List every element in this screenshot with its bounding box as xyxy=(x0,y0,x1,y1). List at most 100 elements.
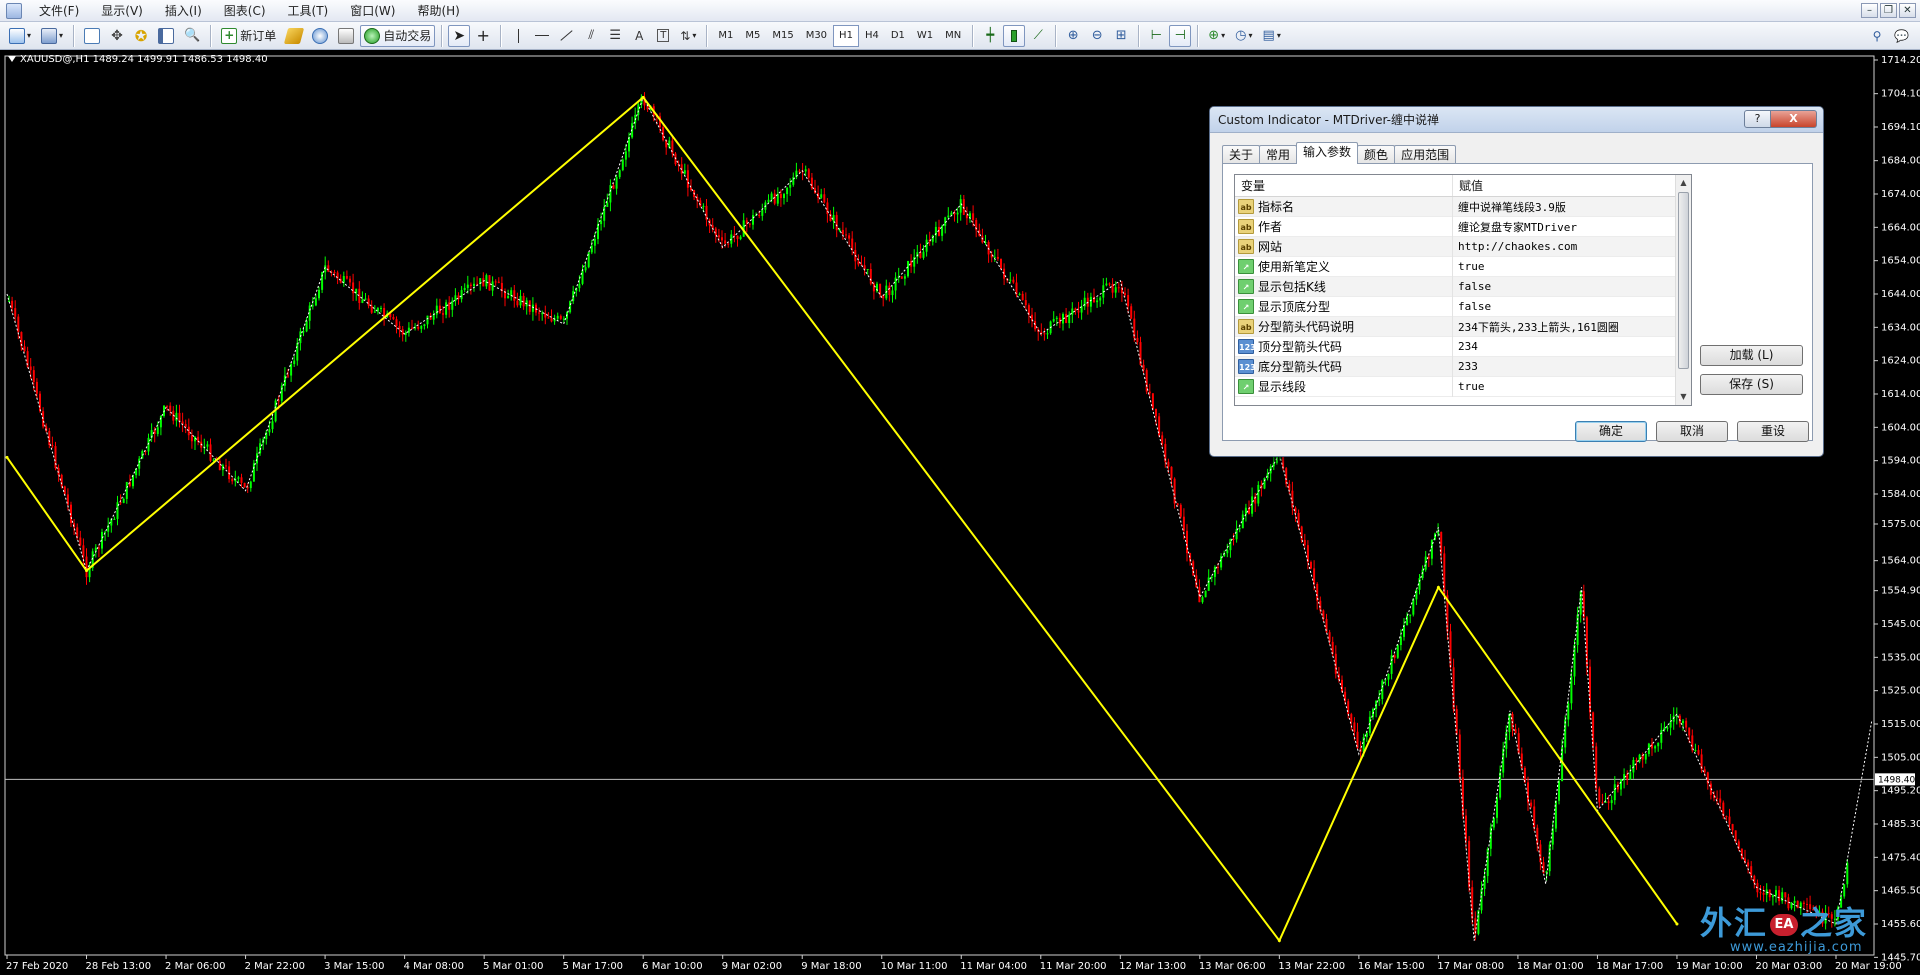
tab-common[interactable]: 常用 xyxy=(1259,145,1298,164)
table-row[interactable]: ↗ 显示顶底分型 false xyxy=(1235,296,1691,317)
table-row[interactable]: ab 指标名 缠中说禅笔线段3.9版 xyxy=(1235,196,1691,217)
timeframe-m15[interactable]: M15 xyxy=(766,25,799,47)
timeframe-m5[interactable]: M5 xyxy=(739,25,766,47)
menu-charts[interactable]: 图表(C) xyxy=(213,0,277,22)
table-row[interactable]: ↗ 显示包括K线 false xyxy=(1235,276,1691,297)
reset-button[interactable]: 重设 xyxy=(1737,421,1809,442)
param-value[interactable]: false xyxy=(1453,300,1691,313)
candle-body xyxy=(1046,333,1049,335)
param-value[interactable]: 233 xyxy=(1453,360,1691,373)
horizontal-line-button[interactable] xyxy=(531,25,553,47)
timeframe-d1[interactable]: D1 xyxy=(885,25,911,47)
profiles-button[interactable]: ▾ xyxy=(37,25,67,47)
table-row[interactable]: ↗ 显示线段 true xyxy=(1235,376,1691,397)
text-label-button[interactable]: T xyxy=(652,25,674,47)
auto-scroll-button[interactable]: ⊣ xyxy=(1169,24,1192,47)
tile-windows-button[interactable]: ⊞ xyxy=(1110,25,1132,47)
param-value[interactable]: true xyxy=(1453,380,1691,393)
tab-visualization[interactable]: 应用范围 xyxy=(1394,145,1457,164)
timeframe-h1[interactable]: H1 xyxy=(833,24,859,47)
ok-button[interactable]: 确定 xyxy=(1575,421,1647,442)
cancel-button[interactable]: 取消 xyxy=(1656,421,1728,442)
line-chart-button[interactable]: ⟋ xyxy=(1027,25,1049,47)
table-row[interactable]: 123 顶分型箭头代码 234 xyxy=(1235,336,1691,357)
candle-body xyxy=(1570,676,1573,704)
crosshair-tool-button[interactable]: + xyxy=(472,25,494,47)
param-value[interactable]: http://chaokes.com xyxy=(1453,240,1691,253)
market-button[interactable] xyxy=(334,25,358,47)
close-icon[interactable]: ✕ xyxy=(1899,3,1916,18)
table-row[interactable]: ab 分型箭头代码说明 234下箭头,233上箭头,161圆圈 xyxy=(1235,316,1691,337)
param-value[interactable]: 234下箭头,233上箭头,161圆圈 xyxy=(1453,319,1691,335)
menu-view[interactable]: 显示(V) xyxy=(90,0,154,22)
navigator-button[interactable]: ✪ xyxy=(130,25,152,47)
data-window-button[interactable]: ✥ xyxy=(106,25,128,47)
menu-tools[interactable]: 工具(T) xyxy=(277,0,340,22)
new-order-button[interactable]: + 新订单 xyxy=(217,25,280,47)
scroll-thumb[interactable] xyxy=(1678,192,1689,369)
dialog-close-button[interactable]: X xyxy=(1771,110,1817,128)
dialog-titlebar[interactable]: Custom Indicator - MTDriver-缠中说禅 ? X xyxy=(1210,107,1823,133)
table-scrollbar[interactable]: ▲ ▼ xyxy=(1675,175,1691,405)
candle-body xyxy=(721,237,723,241)
table-row[interactable]: ↗ 使用新笔定义 true xyxy=(1235,256,1691,277)
param-name: 显示线段 xyxy=(1258,380,1307,394)
arrows-button[interactable]: ⇅ ▾ xyxy=(676,25,700,47)
tab-about[interactable]: 关于 xyxy=(1222,145,1261,164)
strategy-tester-button[interactable]: 🔍 xyxy=(180,25,204,47)
timeframe-m30[interactable]: M30 xyxy=(800,25,833,47)
terminal-button[interactable] xyxy=(154,25,178,47)
restore-icon[interactable]: ❐ xyxy=(1880,3,1897,18)
search-button[interactable]: ⚲ xyxy=(1866,25,1888,47)
bar-chart-button[interactable]: ┿ xyxy=(979,25,1001,47)
param-value[interactable]: false xyxy=(1453,280,1691,293)
horizontal-line-icon xyxy=(535,35,550,36)
vertical-line-button[interactable] xyxy=(507,25,529,47)
new-chart-button[interactable]: ▾ xyxy=(5,25,35,47)
signals-button[interactable] xyxy=(308,25,332,47)
table-row[interactable]: 123 底分型箭头代码 233 xyxy=(1235,356,1691,377)
param-value[interactable]: true xyxy=(1453,260,1691,273)
help-button[interactable]: ? xyxy=(1744,110,1771,128)
periods-button[interactable]: ◷ ▾ xyxy=(1231,25,1256,47)
chart-shift-button[interactable]: ⊢ xyxy=(1145,25,1167,47)
menu-window[interactable]: 窗口(W) xyxy=(339,0,406,22)
menu-insert[interactable]: 插入(I) xyxy=(154,0,213,22)
auto-trading-button[interactable]: 自动交易 xyxy=(360,24,436,47)
trendline-button[interactable] xyxy=(555,25,578,47)
timeframe-m1[interactable]: M1 xyxy=(712,25,739,47)
column-header-value[interactable]: 赋值 xyxy=(1453,175,1691,196)
candle-body xyxy=(1589,666,1591,713)
metaeditor-button[interactable] xyxy=(282,25,306,47)
load-button[interactable]: 加载 (L) xyxy=(1700,345,1803,366)
menu-file[interactable]: 文件(F) xyxy=(28,0,90,22)
zoom-in-button[interactable]: ⊕ xyxy=(1062,25,1084,47)
param-value[interactable]: 234 xyxy=(1453,340,1691,353)
save-button[interactable]: 保存 (S) xyxy=(1700,374,1803,395)
window-controls: – ❐ ✕ xyxy=(1861,3,1916,18)
equidistant-channel-button[interactable]: ⫽ xyxy=(580,25,602,47)
table-row[interactable]: ab 作者 缠论复盘专家MTDriver xyxy=(1235,216,1691,237)
column-header-variable[interactable]: 变量 xyxy=(1235,175,1453,196)
text-tool-button[interactable]: A xyxy=(628,25,650,47)
param-value[interactable]: 缠中说禅笔线段3.9版 xyxy=(1453,199,1691,215)
minimize-icon[interactable]: – xyxy=(1861,3,1878,18)
tab-inputs[interactable]: 输入参数 xyxy=(1296,142,1359,164)
cursor-tool-button[interactable]: ➤ xyxy=(448,24,471,47)
indicators-button[interactable]: ⊕ ▾ xyxy=(1204,25,1229,47)
menu-help[interactable]: 帮助(H) xyxy=(406,0,470,22)
timeframe-mn[interactable]: MN xyxy=(939,25,967,47)
scroll-down-icon[interactable]: ▼ xyxy=(1676,389,1691,405)
zoom-out-button[interactable]: ⊖ xyxy=(1086,25,1108,47)
scroll-up-icon[interactable]: ▲ xyxy=(1676,175,1691,191)
timeframe-w1[interactable]: W1 xyxy=(911,25,939,47)
templates-button[interactable]: ▤ ▾ xyxy=(1259,25,1285,47)
table-row[interactable]: ab 网站 http://chaokes.com xyxy=(1235,236,1691,257)
tab-colors[interactable]: 颜色 xyxy=(1357,145,1396,164)
timeframe-h4[interactable]: H4 xyxy=(859,25,885,47)
market-watch-button[interactable] xyxy=(80,25,104,47)
chat-button[interactable]: 💬 xyxy=(1890,25,1913,47)
candlestick-button[interactable] xyxy=(1003,24,1026,47)
fibonacci-button[interactable]: ☰ xyxy=(604,25,626,47)
param-value[interactable]: 缠论复盘专家MTDriver xyxy=(1453,219,1691,235)
